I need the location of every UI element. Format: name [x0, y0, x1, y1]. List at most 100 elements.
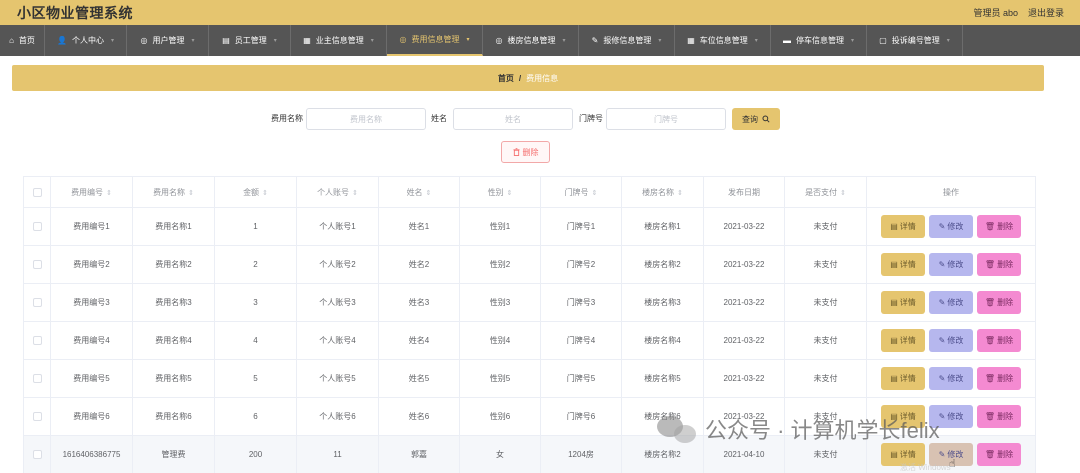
- name-input[interactable]: [453, 108, 573, 130]
- breadcrumb-home[interactable]: 首页: [498, 73, 514, 84]
- detail-button-label: 详情: [899, 298, 916, 307]
- pencil-icon: ✎: [938, 450, 946, 459]
- column-header-label: 是否支付: [805, 187, 838, 197]
- row-checkbox[interactable]: [32, 336, 42, 346]
- fee-name-input[interactable]: [306, 108, 426, 130]
- delete-button[interactable]: 🗑 删除: [977, 253, 1021, 276]
- row-checkbox[interactable]: [32, 222, 42, 232]
- fee-table: 费用编号 ⇕ 费用名称 ⇕ 金额 ⇕ 个人账号 ⇕ 姓名 ⇕ 性别 ⇕ 门牌号 ⇕ 楼房名称 ⇕ 发布日期 是否支…: [23, 176, 1036, 473]
- column-header[interactable]: 金额 ⇕: [214, 176, 297, 208]
- detail-button[interactable]: ▤ 详情: [881, 291, 925, 314]
- table-cell: 费用名称3: [132, 283, 215, 322]
- table-cell: 2021-03-22: [703, 283, 785, 322]
- sort-icon[interactable]: ⇕: [840, 190, 846, 197]
- nav-item-complaint[interactable]: ▢ 投诉编号管理 ▾: [867, 25, 963, 56]
- nav-item-parking[interactable]: ▦ 车位信息管理 ▾: [675, 25, 771, 56]
- column-header[interactable]: 费用名称 ⇕: [132, 176, 215, 208]
- nav-item-staff[interactable]: ▤ 员工管理 ▾: [209, 25, 291, 56]
- search-button-label: 查询: [742, 114, 758, 124]
- document-icon: ▤: [890, 412, 898, 421]
- door-input[interactable]: [606, 108, 726, 130]
- sort-icon[interactable]: ⇕: [188, 190, 194, 197]
- nav-item-building[interactable]: ◎ 楼房信息管理 ▾: [483, 25, 579, 56]
- search-button[interactable]: 查询: [732, 108, 780, 130]
- delete-button[interactable]: 🗑 删除: [977, 291, 1021, 314]
- table-cell: 楼房名称6: [621, 397, 704, 436]
- row-checkbox[interactable]: [32, 450, 42, 460]
- sort-icon[interactable]: ⇕: [426, 190, 432, 197]
- table-cell: 楼房名称1: [621, 207, 704, 246]
- table-row[interactable]: 费用编号6 费用名称6 6 个人账号6 姓名6 性别6 门牌号6 楼房名称6 2021-03-2…: [23, 397, 1036, 436]
- detail-button[interactable]: ▤ 详情: [881, 443, 925, 466]
- edit-button[interactable]: ✎ 修改: [929, 291, 973, 314]
- delete-button[interactable]: 🗑 删除: [977, 215, 1021, 238]
- detail-button[interactable]: ▤ 详情: [881, 215, 925, 238]
- edit-button[interactable]: ✎ 修改: [929, 367, 973, 390]
- chevron-down-icon: ▾: [562, 38, 566, 44]
- column-header[interactable]: 是否支付 ⇕: [784, 176, 867, 208]
- edit-button[interactable]: ✎ 修改: [929, 329, 973, 352]
- edit-button[interactable]: ✎ 修改: [929, 253, 973, 276]
- table-cell: 个人账号2: [296, 245, 379, 284]
- nav-item-repair[interactable]: ✎ 报修信息管理 ▾: [579, 25, 675, 56]
- detail-button[interactable]: ▤ 详情: [881, 329, 925, 352]
- detail-button[interactable]: ▤ 详情: [881, 253, 925, 276]
- row-checkbox[interactable]: [32, 412, 42, 422]
- batch-delete-button[interactable]: 删除: [501, 141, 550, 163]
- sort-icon[interactable]: ⇕: [352, 190, 358, 197]
- sort-icon[interactable]: ⇕: [507, 190, 513, 197]
- table-row[interactable]: 费用编号3 费用名称3 3 个人账号3 姓名3 性别3 门牌号3 楼房名称3 2021-03-2…: [23, 283, 1036, 322]
- delete-button[interactable]: 🗑 删除: [977, 367, 1021, 390]
- table-cell: 未支付: [784, 321, 867, 360]
- column-header[interactable]: 楼房名称 ⇕: [621, 176, 704, 208]
- row-checkbox[interactable]: [32, 260, 42, 270]
- column-header[interactable]: 个人账号 ⇕: [296, 176, 379, 208]
- row-checkbox[interactable]: [32, 374, 42, 384]
- table-row[interactable]: 费用编号2 费用名称2 2 个人账号2 姓名2 性别2 门牌号2 楼房名称2 2021-03-2…: [23, 245, 1036, 284]
- nav-item-label: 费用信息管理: [411, 35, 460, 44]
- table-row[interactable]: 费用编号1 费用名称1 1 个人账号1 姓名1 性别1 门牌号1 楼房名称1 2021-03-2…: [23, 207, 1036, 246]
- select-all-checkbox[interactable]: [32, 187, 42, 197]
- nav-item-owner[interactable]: ▦ 业主信息管理 ▾: [291, 25, 387, 56]
- column-header[interactable]: 姓名 ⇕: [378, 176, 460, 208]
- sort-icon[interactable]: ⇕: [262, 190, 268, 197]
- delete-button[interactable]: 🗑 删除: [977, 329, 1021, 352]
- nav-item-fee[interactable]: ◎ 费用信息管理 ▾: [387, 25, 483, 56]
- sort-icon[interactable]: ⇕: [592, 190, 598, 197]
- nav-item-car[interactable]: ▬ 停车信息管理 ▾: [771, 25, 867, 56]
- delete-button[interactable]: 🗑 删除: [977, 443, 1021, 466]
- table-cell: 性别3: [459, 283, 541, 322]
- nav-item-users[interactable]: ◎ 用户管理 ▾: [127, 25, 209, 56]
- column-header[interactable]: 费用编号 ⇕: [50, 176, 133, 208]
- edit-button-label: 修改: [947, 412, 964, 421]
- logout-link[interactable]: 退出登录: [1028, 6, 1064, 19]
- edit-button[interactable]: ✎ 修改: [929, 215, 973, 238]
- table-row[interactable]: 费用编号5 费用名称5 5 个人账号5 姓名5 性别5 门牌号5 楼房名称5 2021-03-2…: [23, 359, 1036, 398]
- pencil-icon: ✎: [938, 222, 946, 231]
- edit-button[interactable]: ✎ 修改: [929, 405, 973, 428]
- edit-button-label: 修改: [947, 222, 964, 231]
- column-header[interactable]: 性别 ⇕: [459, 176, 541, 208]
- table-cell: 楼房名称5: [621, 359, 704, 398]
- sort-icon[interactable]: ⇕: [106, 190, 112, 197]
- sort-icon[interactable]: ⇕: [677, 190, 683, 197]
- table-row[interactable]: 1616406386775 管理费 200 11 郭嘉女 1204房 楼房名称2 2021-0…: [23, 435, 1036, 473]
- column-header[interactable]: 门牌号 ⇕: [540, 176, 622, 208]
- row-select-cell: [23, 207, 51, 246]
- detail-button[interactable]: ▤ 详情: [881, 405, 925, 428]
- document-icon: ▤: [890, 298, 898, 307]
- nav-item-home[interactable]: ⌂ 首页: [0, 25, 45, 56]
- row-checkbox[interactable]: [32, 298, 42, 308]
- nav-item-label: 用户管理: [152, 36, 185, 45]
- nav-item-user[interactable]: 👤 个人中心 ▾: [45, 25, 127, 56]
- column-header-label: 性别: [487, 187, 504, 197]
- edit-button[interactable]: ✎ 修改: [929, 443, 973, 466]
- trash-icon: 🗑: [984, 450, 996, 459]
- table-cell: 女: [459, 435, 541, 473]
- table-cell: 姓名3: [378, 283, 460, 322]
- delete-button[interactable]: 🗑 删除: [977, 405, 1021, 428]
- detail-button[interactable]: ▤ 详情: [881, 367, 925, 390]
- table-cell: 姓名6: [378, 397, 460, 436]
- table-row[interactable]: 费用编号4 费用名称4 4 个人账号4 姓名4 性别4 门牌号4 楼房名称4 2021-03-2…: [23, 321, 1036, 360]
- fee-name-label: 费用名称: [271, 114, 303, 123]
